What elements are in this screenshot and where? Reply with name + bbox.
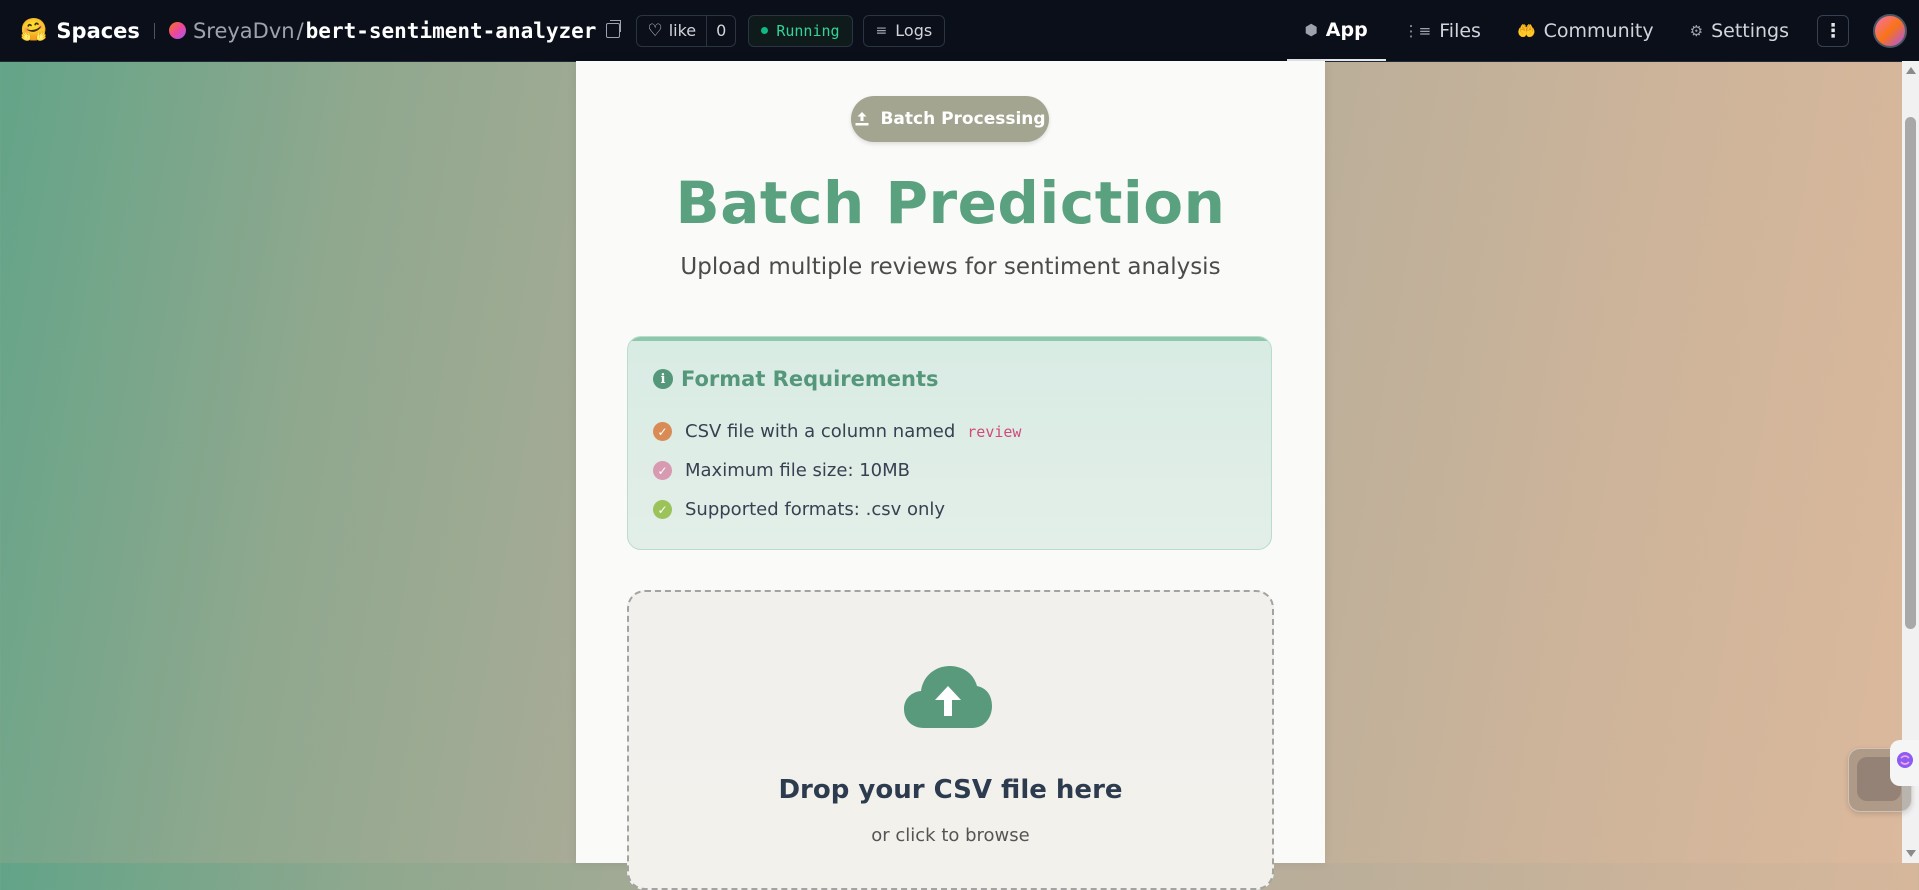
app-card: Batch Processing Batch Prediction Upload… — [576, 61, 1325, 890]
like-label: like — [668, 21, 697, 40]
owner-link[interactable]: SreyaDvn — [193, 19, 295, 43]
tab-files[interactable]: ⋮≡ Files — [1386, 0, 1499, 61]
status-label: Running — [776, 21, 840, 40]
requirement-text: Supported formats: .csv only — [685, 499, 946, 520]
logs-label: Logs — [895, 21, 933, 40]
path-separator: / — [296, 18, 304, 43]
heart-icon: ♡ — [647, 20, 663, 41]
upload-icon — [855, 112, 869, 126]
panel-accent-bar — [628, 337, 1271, 341]
format-requirements-panel: i Format Requirements ✓ CSV file with a … — [627, 336, 1272, 550]
requirements-list: ✓ CSV file with a column named review ✓ … — [653, 412, 1021, 529]
scroll-up-arrow-icon[interactable] — [1906, 67, 1916, 74]
repo-name-link[interactable]: bert-sentiment-analyzer — [306, 19, 597, 43]
logs-button[interactable]: ≡ Logs — [862, 14, 946, 47]
check-circle-icon: ✓ — [653, 461, 672, 480]
batch-processing-badge[interactable]: Batch Processing — [851, 96, 1049, 142]
copy-icon[interactable] — [606, 20, 622, 38]
badge-label: Batch Processing — [880, 109, 1046, 129]
hugging-face-logo-icon: 🤗 — [20, 18, 48, 43]
requirements-heading: i Format Requirements — [653, 367, 939, 391]
files-icon: ⋮≡ — [1403, 21, 1432, 40]
cube-icon: ⬢ — [1304, 20, 1318, 39]
list-item: ✓ Maximum file size: 10MB — [653, 451, 1021, 490]
requirements-title: Format Requirements — [681, 367, 939, 391]
scroll-down-arrow-icon[interactable] — [1906, 850, 1916, 857]
logs-icon: ≡ — [875, 22, 888, 39]
top-navbar: 🤗 Spaces SreyaDvn / bert-sentiment-analy… — [0, 0, 1919, 62]
like-button[interactable]: ♡ like 0 — [636, 14, 737, 47]
scrollbar-thumb[interactable] — [1905, 117, 1916, 629]
brain-icon — [1897, 752, 1913, 768]
list-item: ✓ CSV file with a column named review — [653, 412, 1021, 451]
community-icon: 🤲 — [1516, 21, 1536, 40]
tab-community[interactable]: 🤲 Community — [1499, 0, 1672, 61]
user-avatar[interactable] — [1873, 13, 1907, 48]
info-icon: i — [653, 369, 673, 389]
more-options-button[interactable]: ⋮ — [1817, 14, 1849, 47]
owner-avatar — [168, 22, 186, 39]
dropzone-browse-link[interactable]: or click to browse — [629, 825, 1272, 846]
like-count: 0 — [716, 21, 727, 40]
brand-label: Spaces — [56, 18, 140, 43]
list-item: ✓ Supported formats: .csv only — [653, 490, 1021, 529]
check-circle-icon: ✓ — [653, 422, 672, 441]
spaces-home-link[interactable]: 🤗 Spaces — [20, 18, 140, 43]
gear-icon: ⚙ — [1689, 21, 1704, 40]
column-name-code: review — [967, 422, 1022, 441]
side-widget-tab[interactable] — [1890, 740, 1919, 786]
divider — [153, 22, 155, 39]
dropzone-title: Drop your CSV file here — [778, 775, 1123, 805]
check-circle-icon: ✓ — [653, 500, 672, 519]
requirement-text: Maximum file size: 10MB — [685, 460, 911, 481]
tab-label: Community — [1543, 19, 1654, 42]
tab-label: Settings — [1711, 19, 1789, 42]
page-title: Batch Prediction — [675, 169, 1226, 237]
status-badge[interactable]: Running — [748, 14, 853, 47]
status-dot-icon — [761, 27, 769, 34]
tab-settings[interactable]: ⚙ Settings — [1672, 0, 1807, 61]
tab-label: Files — [1439, 19, 1481, 42]
more-vertical-icon: ⋮ — [1823, 19, 1843, 42]
requirement-text: CSV file with a column named — [685, 421, 956, 442]
page-subtitle: Upload multiple reviews for sentiment an… — [680, 254, 1221, 280]
cloud-upload-icon — [904, 666, 992, 728]
tab-app[interactable]: ⬢ App — [1286, 0, 1386, 61]
csv-dropzone[interactable]: Drop your CSV file here or click to brow… — [627, 590, 1274, 890]
tab-label: App — [1325, 18, 1368, 41]
space-tabs: ⬢ App ⋮≡ Files 🤲 Community ⚙ Settings ⋮ — [1286, 0, 1919, 61]
